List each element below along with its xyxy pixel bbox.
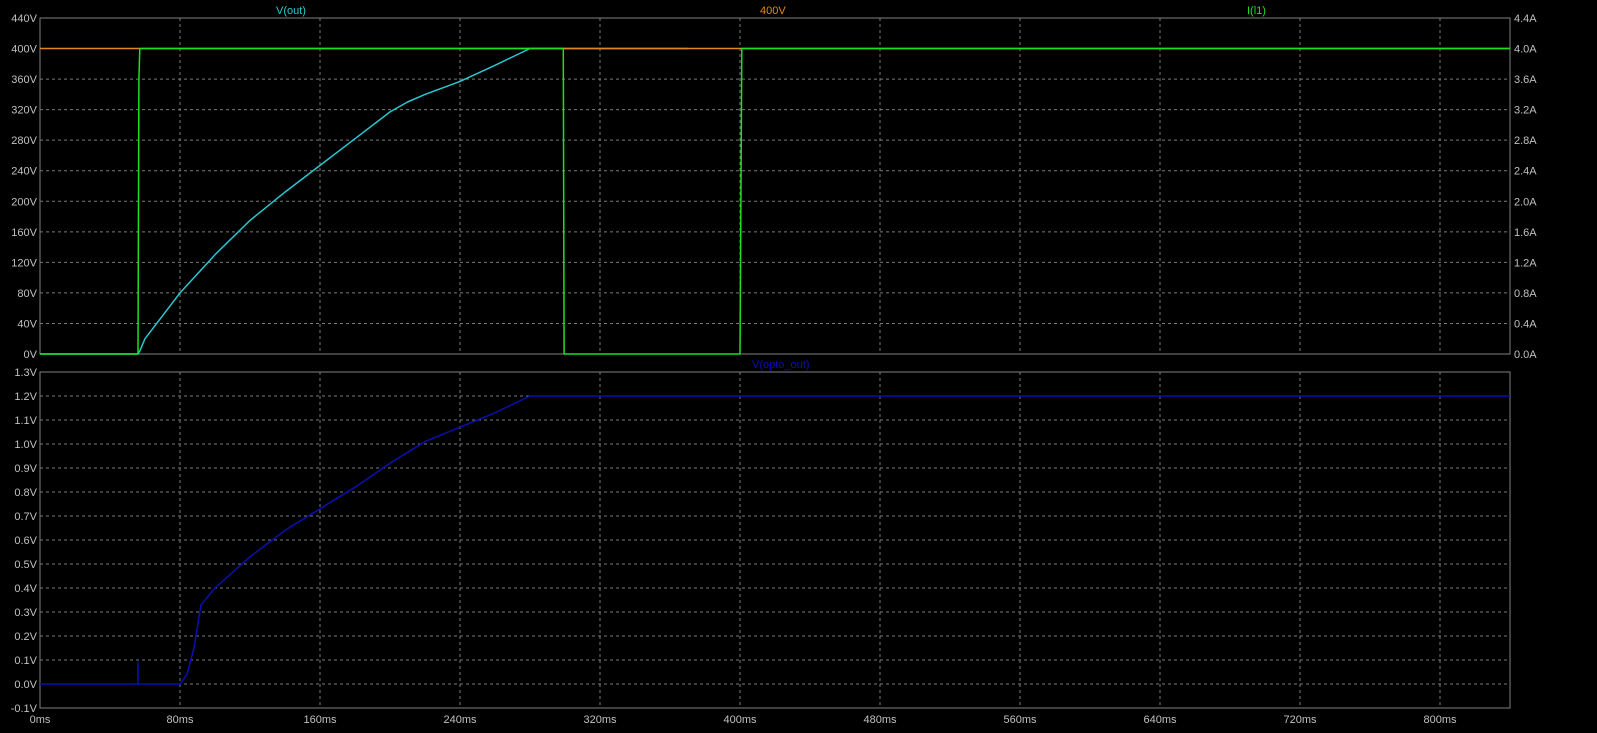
y-tick-label: 0.4V xyxy=(14,583,37,595)
top-plot-pane: 0V 40V 80V 120V 160V 200V 240V 280V 320V 360V 400V… xyxy=(11,5,1537,361)
y-tick-label: 1.3V xyxy=(14,367,37,379)
trace-label-v-out[interactable]: V(out) xyxy=(276,5,306,17)
x-tick-label: 480ms xyxy=(863,714,897,726)
y-tick-label: 120V xyxy=(11,257,37,269)
y2-tick-label: 3.2A xyxy=(1514,105,1537,117)
y-tick-label: 320V xyxy=(11,105,37,117)
y-tick-label: 200V xyxy=(11,196,37,208)
y-tick-label: 1.0V xyxy=(14,439,37,451)
y-tick-label: 0.0V xyxy=(14,679,37,691)
x-tick-label: 640ms xyxy=(1143,714,1177,726)
y-tick-label: 0.8V xyxy=(14,487,37,499)
x-tick-label: 240ms xyxy=(443,714,477,726)
x-tick-label: 0ms xyxy=(30,714,51,726)
y-tick-label: 280V xyxy=(11,135,37,147)
y-tick-label: 0V xyxy=(24,349,38,361)
y2-tick-label: 4.4A xyxy=(1514,13,1537,25)
y-tick-label: 240V xyxy=(11,166,37,178)
y-tick-label: 360V xyxy=(11,74,37,86)
x-tick-label: 80ms xyxy=(167,714,194,726)
bottom-y-ticks: -0.1V0.0V0.1V0.2V0.3V0.4V0.5V0.6V0.7V0.8… xyxy=(11,367,38,715)
y2-tick-label: 0.0A xyxy=(1514,349,1537,361)
x-tick-label: 400ms xyxy=(723,714,757,726)
y-tick-label: 160V xyxy=(11,227,37,239)
y-tick-label: 0.1V xyxy=(14,655,37,667)
y2-tick-label: 2.4A xyxy=(1514,166,1537,178)
y2-tick-label: 0.4A xyxy=(1514,318,1537,330)
top-grid xyxy=(40,18,1510,354)
top-y2-ticks: 0.0A 0.4A 0.8A 1.2A 1.6A 2.0A 2.4A 2.8A 3.2A 3.6A… xyxy=(1514,13,1537,361)
x-tick-label: 160ms xyxy=(303,714,337,726)
bottom-x-ticks: 0ms 80ms 160ms 240ms 320ms 400ms 480ms 560ms 640… xyxy=(30,714,1457,726)
y2-tick-label: 1.6A xyxy=(1514,227,1537,239)
top-plot-frame xyxy=(39,17,1511,355)
y2-tick-label: 4.0A xyxy=(1514,44,1537,56)
y-tick-label: 0.6V xyxy=(14,535,37,547)
x-tick-label: 320ms xyxy=(583,714,617,726)
y-tick-label: 40V xyxy=(17,318,37,330)
y2-tick-label: 2.0A xyxy=(1514,196,1537,208)
x-tick-label: 560ms xyxy=(1003,714,1037,726)
y-tick-label: 0.7V xyxy=(14,511,37,523)
y-tick-label: 0.2V xyxy=(14,631,37,643)
y2-tick-label: 2.8A xyxy=(1514,135,1537,147)
x-tick-label: 720ms xyxy=(1283,714,1317,726)
waveform-viewer: 0V 40V 80V 120V 160V 200V 240V 280V 320V 360V 400V… xyxy=(11,5,1538,726)
x-tick-label: 800ms xyxy=(1423,714,1457,726)
y2-tick-label: 3.6A xyxy=(1514,74,1537,86)
y-tick-label: 80V xyxy=(17,288,37,300)
y-tick-label: 0.5V xyxy=(14,559,37,571)
top-y-ticks: 0V 40V 80V 120V 160V 200V 240V 280V 320V 360V 400V… xyxy=(11,13,37,361)
bottom-grid xyxy=(40,372,1510,708)
y2-tick-label: 1.2A xyxy=(1514,257,1537,269)
y-tick-label: 0.9V xyxy=(14,463,37,475)
trace-label-v-opto-out[interactable]: V(opto_out) xyxy=(752,359,809,371)
y-tick-label: 400V xyxy=(11,44,37,56)
trace-label-400v[interactable]: 400V xyxy=(760,5,786,17)
y2-tick-label: 0.8A xyxy=(1514,288,1537,300)
bottom-plot-pane: -0.1V0.0V0.1V0.2V0.3V0.4V0.5V0.6V0.7V0.8… xyxy=(11,359,1511,726)
trace-label-i-l1[interactable]: I(l1) xyxy=(1247,5,1266,17)
y-tick-label: 440V xyxy=(11,13,37,25)
y-tick-label: 0.3V xyxy=(14,607,37,619)
y-tick-label: 1.1V xyxy=(14,415,37,427)
y-tick-label: 1.2V xyxy=(14,391,37,403)
